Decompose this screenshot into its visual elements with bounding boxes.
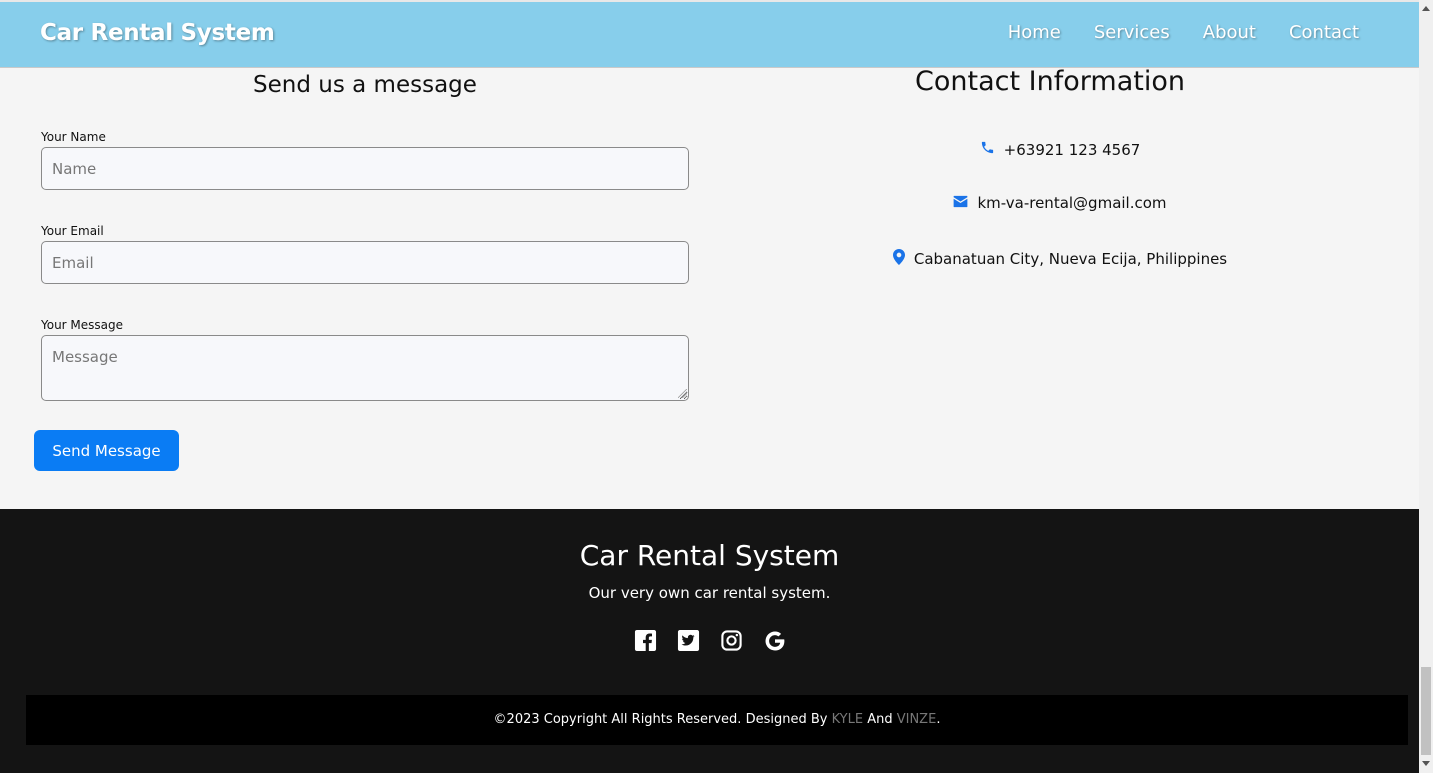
footer-tagline: Our very own car rental system.: [588, 584, 831, 602]
nav-contact[interactable]: Contact: [1289, 22, 1359, 43]
contact-email-row: km-va-rental@gmail.com: [760, 194, 1360, 212]
top-navbar: Car Rental System Home Services About Co…: [0, 0, 1419, 68]
copyright-bar: ©2023 Copyright All Rights Reserved. Des…: [26, 695, 1408, 745]
brand-logo-text[interactable]: Car Rental System: [40, 20, 275, 46]
designer-vinze-link[interactable]: VINZE: [897, 712, 937, 727]
textarea-resize-handle[interactable]: [678, 389, 687, 398]
contact-email: km-va-rental@gmail.com: [977, 194, 1167, 212]
name-label: Your Name: [41, 130, 106, 144]
form-heading: Send us a message: [253, 72, 477, 98]
contact-phone: +63921 123 4567: [1003, 140, 1141, 159]
nav-services[interactable]: Services: [1094, 22, 1170, 43]
copyright-and: And: [867, 712, 893, 727]
nav-home[interactable]: Home: [1008, 22, 1061, 43]
copyright-period: .: [936, 712, 941, 727]
contact-phone-row: +63921 123 4567: [760, 140, 1360, 159]
nav-about[interactable]: About: [1203, 22, 1256, 43]
message-textarea[interactable]: [41, 335, 689, 401]
contact-address: Cabanatuan City, Nueva Ecija, Philippine…: [913, 250, 1228, 268]
contact-info-heading: Contact Information: [915, 66, 1185, 97]
google-icon[interactable]: [763, 629, 786, 652]
scroll-up-arrow-icon[interactable]: [1422, 6, 1430, 11]
contact-address-row: Cabanatuan City, Nueva Ecija, Philippine…: [760, 249, 1360, 269]
envelope-icon: [953, 194, 968, 212]
phone-icon: [980, 140, 995, 159]
page-scrollbar[interactable]: [1419, 0, 1433, 773]
name-input[interactable]: [41, 147, 689, 190]
instagram-icon[interactable]: [720, 629, 743, 652]
email-input[interactable]: [41, 241, 689, 284]
twitter-icon[interactable]: [677, 629, 700, 652]
message-label: Your Message: [41, 318, 124, 332]
designer-kyle-link[interactable]: KYLE: [832, 712, 863, 727]
social-links: [0, 629, 1419, 652]
scrollbar-thumb[interactable]: [1421, 667, 1431, 755]
facebook-icon[interactable]: [634, 629, 657, 652]
main-nav: Home Services About Contact: [975, 22, 1359, 43]
footer-title: Car Rental System: [579, 539, 840, 572]
location-pin-icon: [892, 249, 905, 269]
copyright-text: ©2023 Copyright All Rights Reserved. Des…: [493, 712, 828, 727]
send-message-button[interactable]: Send Message: [34, 430, 179, 471]
scroll-down-arrow-icon[interactable]: [1422, 761, 1430, 766]
site-footer: Car Rental System Our very own car renta…: [0, 509, 1419, 773]
email-label: Your Email: [41, 224, 104, 238]
